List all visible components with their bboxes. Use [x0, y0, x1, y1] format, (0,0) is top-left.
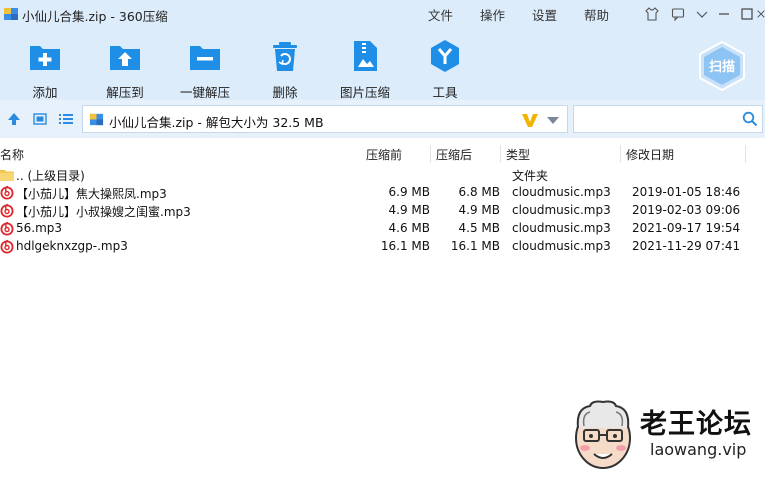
- maximize-icon[interactable]: [737, 4, 757, 24]
- file-compressed-size: 4.9 MB: [458, 203, 500, 217]
- tools-button[interactable]: 工具: [410, 36, 480, 100]
- extract-to-button[interactable]: 解压到: [90, 36, 160, 100]
- column-date[interactable]: 修改日期: [626, 146, 674, 163]
- file-date: 2019-02-03 09:06: [632, 203, 741, 217]
- column-size[interactable]: 压缩前: [366, 146, 402, 163]
- window-title: 小仙儿合集.zip - 360压缩: [22, 9, 168, 24]
- search-icon[interactable]: [742, 111, 758, 127]
- one-click-extract-label: 一键解压: [179, 85, 230, 100]
- file-date: 2019-01-05 18:46: [632, 185, 741, 199]
- column-type[interactable]: 类型: [506, 146, 530, 163]
- scan-button[interactable]: 扫描: [696, 40, 748, 92]
- list-item[interactable]: 【小茄儿】小叔操嫂之闺蜜.mp3 4.9 MB 4.9 MB cloudmusi…: [0, 202, 765, 220]
- address-bar-row: 小仙儿合集.zip - 解包大小为 32.5 MB: [0, 100, 765, 138]
- menu-file[interactable]: 文件: [428, 5, 453, 24]
- file-compressed-size: 16.1 MB: [450, 239, 500, 253]
- file-size: 6.9 MB: [388, 185, 430, 199]
- menu-settings[interactable]: 设置: [532, 5, 557, 24]
- column-header: 名称 压缩前 压缩后 类型 修改日期: [0, 145, 765, 163]
- skin-shirt-icon[interactable]: [642, 4, 662, 24]
- list-item-parent[interactable]: .. (上级目录) 文件夹: [0, 166, 765, 184]
- file-size: 16.1 MB: [380, 239, 430, 253]
- file-compressed-size: 6.8 MB: [458, 185, 500, 199]
- file-date: 2021-09-17 19:54: [632, 221, 741, 235]
- toolbar: 添加 解压到 一键解压 删除 图片压缩 工具: [0, 28, 765, 100]
- netease-music-icon: [0, 221, 14, 236]
- thumbnail-view-icon[interactable]: [32, 111, 48, 127]
- minimize-icon[interactable]: [714, 4, 734, 24]
- extract-to-icon: [110, 46, 140, 70]
- path-dropdown-icon[interactable]: [547, 117, 559, 125]
- file-type: cloudmusic.mp3: [512, 203, 611, 217]
- file-name: 【小茄儿】焦大操熙凤.mp3: [16, 187, 167, 201]
- one-click-extract-button[interactable]: 一键解压: [170, 36, 240, 100]
- one-click-extract-icon: [190, 46, 220, 70]
- title-bar: 小仙儿合集.zip - 360压缩 文件 操作 设置 帮助: [0, 0, 765, 28]
- column-divider[interactable]: [620, 145, 621, 163]
- add-icon: [30, 46, 60, 70]
- path-field[interactable]: 小仙儿合集.zip - 解包大小为 32.5 MB: [82, 105, 568, 133]
- up-arrow-icon[interactable]: [6, 111, 22, 127]
- image-compress-label: 图片压缩: [339, 85, 390, 100]
- zip-file-icon: [89, 113, 104, 126]
- menu-help[interactable]: 帮助: [584, 5, 609, 24]
- extract-to-label: 解压到: [106, 85, 144, 100]
- column-divider[interactable]: [430, 145, 431, 163]
- column-divider[interactable]: [745, 145, 746, 163]
- file-type: cloudmusic.mp3: [512, 185, 611, 199]
- netease-music-icon: [0, 239, 14, 254]
- netease-music-icon: [0, 203, 14, 218]
- menu-dropdown-icon[interactable]: [692, 4, 712, 24]
- folder-icon: [0, 170, 14, 181]
- list-item[interactable]: 56.mp3 4.6 MB 4.5 MB cloudmusic.mp3 2021…: [0, 220, 765, 238]
- watermark-title: 老王论坛: [640, 409, 752, 440]
- column-divider[interactable]: [500, 145, 501, 163]
- list-item[interactable]: 【小茄儿】焦大操熙凤.mp3 6.9 MB 6.8 MB cloudmusic.…: [0, 184, 765, 202]
- scan-label: 扫描: [708, 60, 735, 75]
- add-label: 添加: [32, 85, 58, 100]
- close-icon[interactable]: [757, 4, 765, 24]
- path-text: 小仙儿合集.zip - 解包大小为 32.5 MB: [109, 115, 324, 130]
- image-compress-icon: [354, 41, 377, 71]
- column-compressed[interactable]: 压缩后: [436, 146, 472, 163]
- list-item[interactable]: hdlgeknxzgp-.mp3 16.1 MB 16.1 MB cloudmu…: [0, 238, 765, 256]
- image-compress-button[interactable]: 图片压缩: [330, 36, 400, 100]
- search-input[interactable]: [578, 109, 738, 129]
- column-name[interactable]: 名称: [0, 146, 24, 163]
- file-name: 【小茄儿】小叔操嫂之闺蜜.mp3: [16, 205, 191, 219]
- file-name: 56.mp3: [16, 221, 63, 235]
- tools-label: 工具: [432, 85, 458, 100]
- delete-icon: [273, 42, 297, 71]
- file-date: 2021-11-29 07:41: [632, 239, 741, 253]
- file-size: 4.9 MB: [388, 203, 430, 217]
- tools-icon: [431, 40, 459, 72]
- file-size: 4.6 MB: [388, 221, 430, 235]
- search-box: [573, 105, 763, 133]
- zip-app-icon: [4, 8, 18, 20]
- add-button[interactable]: 添加: [10, 36, 80, 100]
- file-type: cloudmusic.mp3: [512, 221, 611, 235]
- menu-operation[interactable]: 操作: [480, 5, 505, 24]
- watermark-url: laowang.vip: [650, 440, 747, 459]
- list-view-icon[interactable]: [58, 111, 74, 127]
- file-name: .. (上级目录): [16, 169, 85, 183]
- file-type: cloudmusic.mp3: [512, 239, 611, 253]
- file-type: 文件夹: [512, 169, 549, 183]
- feedback-icon[interactable]: [668, 4, 688, 24]
- delete-label: 删除: [272, 85, 298, 100]
- vip-v-icon[interactable]: [521, 111, 539, 129]
- watermark-avatar: [575, 400, 631, 469]
- file-name: hdlgeknxzgp-.mp3: [16, 239, 128, 253]
- delete-button[interactable]: 删除: [250, 36, 320, 100]
- netease-music-icon: [0, 185, 14, 200]
- file-compressed-size: 4.5 MB: [458, 221, 500, 235]
